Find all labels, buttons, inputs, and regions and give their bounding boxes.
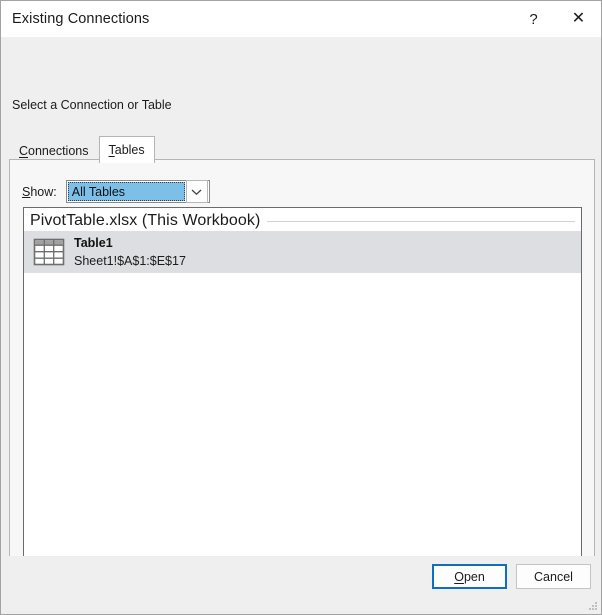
help-button[interactable]: ? [511, 1, 556, 37]
tab-tables-rest: ables [114, 143, 145, 157]
close-icon: ✕ [571, 10, 586, 27]
window-title: Existing Connections [12, 11, 150, 27]
tab-connections-label: Connections [19, 144, 89, 158]
open-button-accel: O [454, 569, 464, 584]
section-label: Select a Connection or Table [12, 98, 172, 112]
dialog-footer: Open Cancel [1, 556, 601, 614]
show-combobox[interactable]: All Tables [65, 180, 210, 203]
list-item-name: Table1 [74, 235, 113, 250]
tab-tables[interactable]: Tables [98, 136, 155, 163]
list-item-texts: Table1 Sheet1!$A$1:$E$17 [74, 234, 186, 270]
show-label-rest: how: [30, 184, 57, 199]
list-item[interactable]: Table1 Sheet1!$A$1:$E$17 [24, 231, 581, 273]
close-button[interactable]: ✕ [556, 1, 601, 37]
title-bar: Existing Connections ? ✕ [1, 1, 601, 37]
tab-connections[interactable]: Connections [9, 138, 99, 162]
show-label: Show: [22, 185, 57, 199]
tab-tables-label: Tables [109, 143, 145, 157]
tab-strip: Connections Tables [9, 136, 155, 163]
listbox-group-header: PivotTable.xlsx (This Workbook) [24, 208, 581, 231]
show-combobox-arrow[interactable] [185, 180, 208, 203]
table-grid-icon [33, 238, 65, 266]
tab-connections-rest: onnections [28, 143, 89, 158]
tab-connections-accel: C [19, 143, 29, 158]
window-controls: ? ✕ [511, 1, 601, 37]
dialog-body: Select a Connection or Table Connections… [1, 37, 601, 594]
existing-connections-dialog: Existing Connections ? ✕ Select a Connec… [0, 0, 602, 615]
workbook-group-title: PivotTable.xlsx (This Workbook) [30, 212, 261, 229]
connections-listbox[interactable]: PivotTable.xlsx (This Workbook) Table1 S… [23, 207, 582, 581]
open-button-rest: pen [463, 569, 485, 584]
question-mark-icon: ? [529, 10, 538, 28]
resize-grip-icon[interactable] [587, 600, 598, 611]
show-filter-row: Show: All Tables [22, 180, 210, 203]
list-item-range: Sheet1!$A$1:$E$17 [74, 254, 186, 268]
chevron-down-icon [191, 189, 202, 195]
cancel-button[interactable]: Cancel [516, 564, 591, 589]
show-combobox-value[interactable]: All Tables [67, 182, 185, 201]
open-button[interactable]: Open [432, 564, 507, 589]
group-separator [267, 220, 575, 222]
tables-tab-panel: Show: All Tables PivotTable.xlsx (This W… [9, 159, 595, 594]
